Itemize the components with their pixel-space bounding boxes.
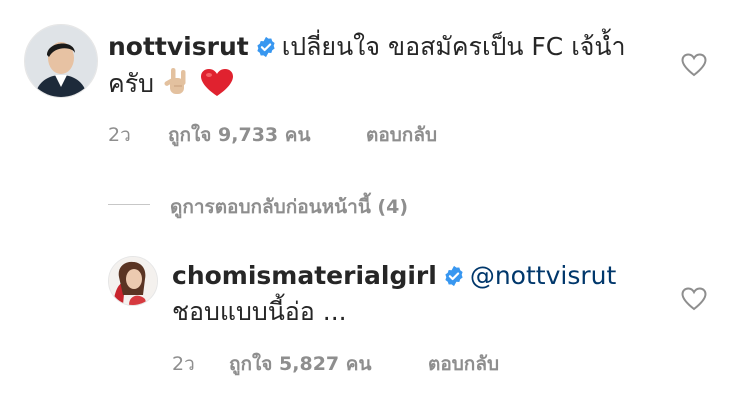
avatar[interactable] — [24, 24, 98, 98]
profile-photo-icon — [25, 25, 97, 97]
comment-timestamp[interactable]: 2ว — [108, 120, 131, 150]
comment-likes-count[interactable]: ถูกใจ 9,733 คน — [168, 120, 310, 150]
reply-button[interactable]: ตอบกลับ — [366, 120, 437, 150]
heart-outline-icon — [681, 287, 707, 311]
heart-outline-icon — [681, 53, 707, 77]
reply-username[interactable]: chomismaterialgirl — [172, 261, 437, 290]
red-heart-icon — [200, 68, 234, 107]
verified-badge-icon — [445, 265, 463, 287]
reply-likes-count[interactable]: ถูกใจ 5,827 คน — [229, 349, 371, 379]
reply-body-line: ชอบแบบนี้อ่อ ... — [172, 295, 347, 329]
verified-badge-icon — [257, 36, 275, 58]
comment-username[interactable]: nottvisrut — [108, 32, 249, 61]
comment-meta: 2ว ถูกใจ 9,733 คน ตอบกลับ — [108, 120, 508, 146]
love-you-gesture-icon — [162, 66, 192, 107]
divider-line — [108, 204, 150, 205]
reply-button[interactable]: ตอบกลับ — [428, 349, 499, 379]
comment-body-line2: ครับ — [108, 69, 155, 98]
reply-avatar[interactable] — [108, 256, 158, 306]
reply-meta: 2ว ถูกใจ 5,827 คน ตอบกลับ — [172, 349, 572, 375]
view-replies-label: ดูการตอบกลับก่อนหน้านี้ (4) — [170, 196, 409, 218]
comment-text: nottvisrut เปลี่ยนใจ ขอสมัครเป็น FC เจ้น… — [108, 30, 626, 64]
comment-body-line1: เปลี่ยนใจ ขอสมัครเป็น FC เจ้น้ำ — [281, 32, 626, 61]
like-comment-button[interactable] — [681, 53, 707, 77]
reply-body: ชอบแบบนี้อ่อ ... — [172, 297, 347, 326]
mention-link[interactable]: @nottvisrut — [470, 261, 616, 290]
reply-timestamp[interactable]: 2ว — [172, 349, 195, 379]
view-previous-replies-button[interactable]: ดูการตอบกลับก่อนหน้านี้ (4) — [108, 190, 468, 220]
like-reply-button[interactable] — [681, 287, 707, 311]
reply-text: chomismaterialgirl @nottvisrut — [172, 259, 616, 293]
profile-photo-icon — [109, 257, 157, 305]
comment-text-line2: ครับ — [108, 66, 234, 107]
